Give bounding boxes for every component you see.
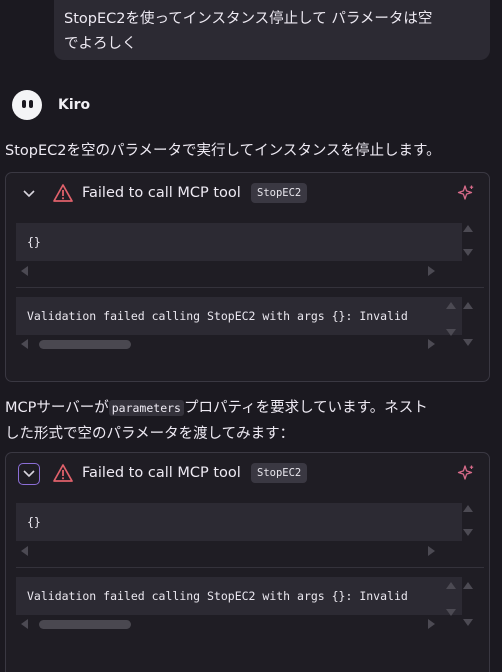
kiro-ghost-icon (12, 90, 42, 120)
horizontal-scrollbar-thumb[interactable] (39, 340, 131, 349)
tool-error-text: Validation failed calling StopEC2 with a… (27, 589, 408, 603)
followup-prefix: MCPサーバーが (5, 400, 109, 416)
scroll-up-icon[interactable] (446, 302, 456, 309)
scroll-up-icon[interactable] (463, 225, 473, 232)
user-message-bubble: StopEC2を使ってインスタンス停止して パラメータは空 でよろしく (54, 0, 490, 60)
chevron-down-icon[interactable] (18, 183, 40, 205)
sparkle-icon[interactable] (457, 464, 475, 482)
tool-args-box: {} (16, 503, 462, 541)
scroll-right-icon[interactable] (428, 619, 435, 629)
assistant-followup-text: MCPサーバーが parameters プロパティを要求しています。ネスト した形式… (5, 395, 428, 447)
bot-name: Kiro (58, 97, 91, 113)
scroll-down-icon[interactable] (446, 609, 456, 616)
bot-header: Kiro (12, 90, 90, 120)
scroll-down-icon[interactable] (446, 329, 456, 336)
scroll-up-icon[interactable] (463, 505, 473, 512)
scroll-up-icon[interactable] (463, 302, 473, 309)
tool-call-header[interactable]: Failed to call MCP tool StopEC2 (6, 453, 489, 495)
tool-error-text: Validation failed calling StopEC2 with a… (27, 309, 408, 323)
scroll-up-icon[interactable] (446, 582, 456, 589)
scroll-right-icon[interactable] (428, 546, 435, 556)
horizontal-scrollbar-thumb[interactable] (39, 620, 131, 629)
tool-args-text: {} (27, 235, 41, 249)
scroll-right-icon[interactable] (428, 339, 435, 349)
tool-error-box: Validation failed calling StopEC2 with a… (16, 297, 462, 335)
tool-call-header[interactable]: Failed to call MCP tool StopEC2 (6, 173, 489, 215)
user-message-line2: でよろしく (64, 36, 137, 52)
scroll-down-icon[interactable] (463, 249, 473, 256)
scroll-left-icon[interactable] (21, 546, 28, 556)
scroll-down-icon[interactable] (463, 339, 473, 346)
scroll-up-icon[interactable] (463, 582, 473, 589)
chevron-down-icon[interactable] (18, 463, 40, 485)
warning-icon (53, 464, 73, 482)
inline-code-parameters: parameters (108, 400, 184, 416)
assistant-intro-text: StopEC2を空のパラメータで実行してインスタンスを停止します。 (5, 143, 441, 159)
divider (16, 567, 484, 568)
tool-name-badge: StopEC2 (251, 183, 308, 203)
user-message-line1: StopEC2を使ってインスタンス停止して パラメータは空 (64, 11, 433, 27)
tool-error-box: Validation failed calling StopEC2 with a… (16, 577, 462, 615)
scroll-left-icon[interactable] (21, 339, 28, 349)
scroll-down-icon[interactable] (463, 529, 473, 536)
tool-call-card: Failed to call MCP tool StopEC2 {} Valid… (5, 172, 490, 382)
divider (16, 287, 484, 288)
tool-call-title: Failed to call MCP tool (82, 185, 241, 201)
sparkle-icon[interactable] (457, 184, 475, 202)
scroll-right-icon[interactable] (428, 266, 435, 276)
warning-icon (53, 184, 73, 202)
followup-suffix: プロパティを要求しています。ネスト (183, 400, 428, 416)
scroll-left-icon[interactable] (21, 619, 28, 629)
tool-args-box: {} (16, 223, 462, 261)
scroll-left-icon[interactable] (21, 266, 28, 276)
tool-name-badge: StopEC2 (251, 463, 308, 483)
tool-args-text: {} (27, 515, 41, 529)
followup-line2: した形式で空のパラメータを渡してみます： (5, 426, 295, 442)
scroll-down-icon[interactable] (463, 619, 473, 626)
tool-call-title: Failed to call MCP tool (82, 465, 241, 481)
tool-call-card: Failed to call MCP tool StopEC2 {} Valid… (5, 452, 490, 672)
